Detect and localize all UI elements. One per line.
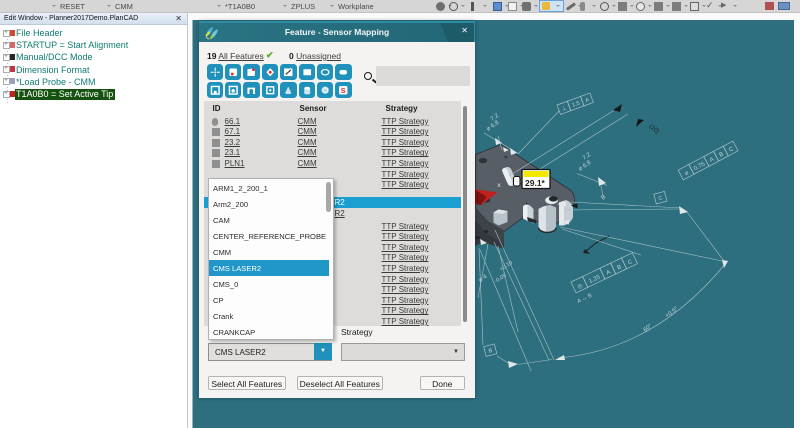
svg-text:S: S xyxy=(341,86,346,95)
svg-text:29.1*: 29.1* xyxy=(525,178,546,188)
